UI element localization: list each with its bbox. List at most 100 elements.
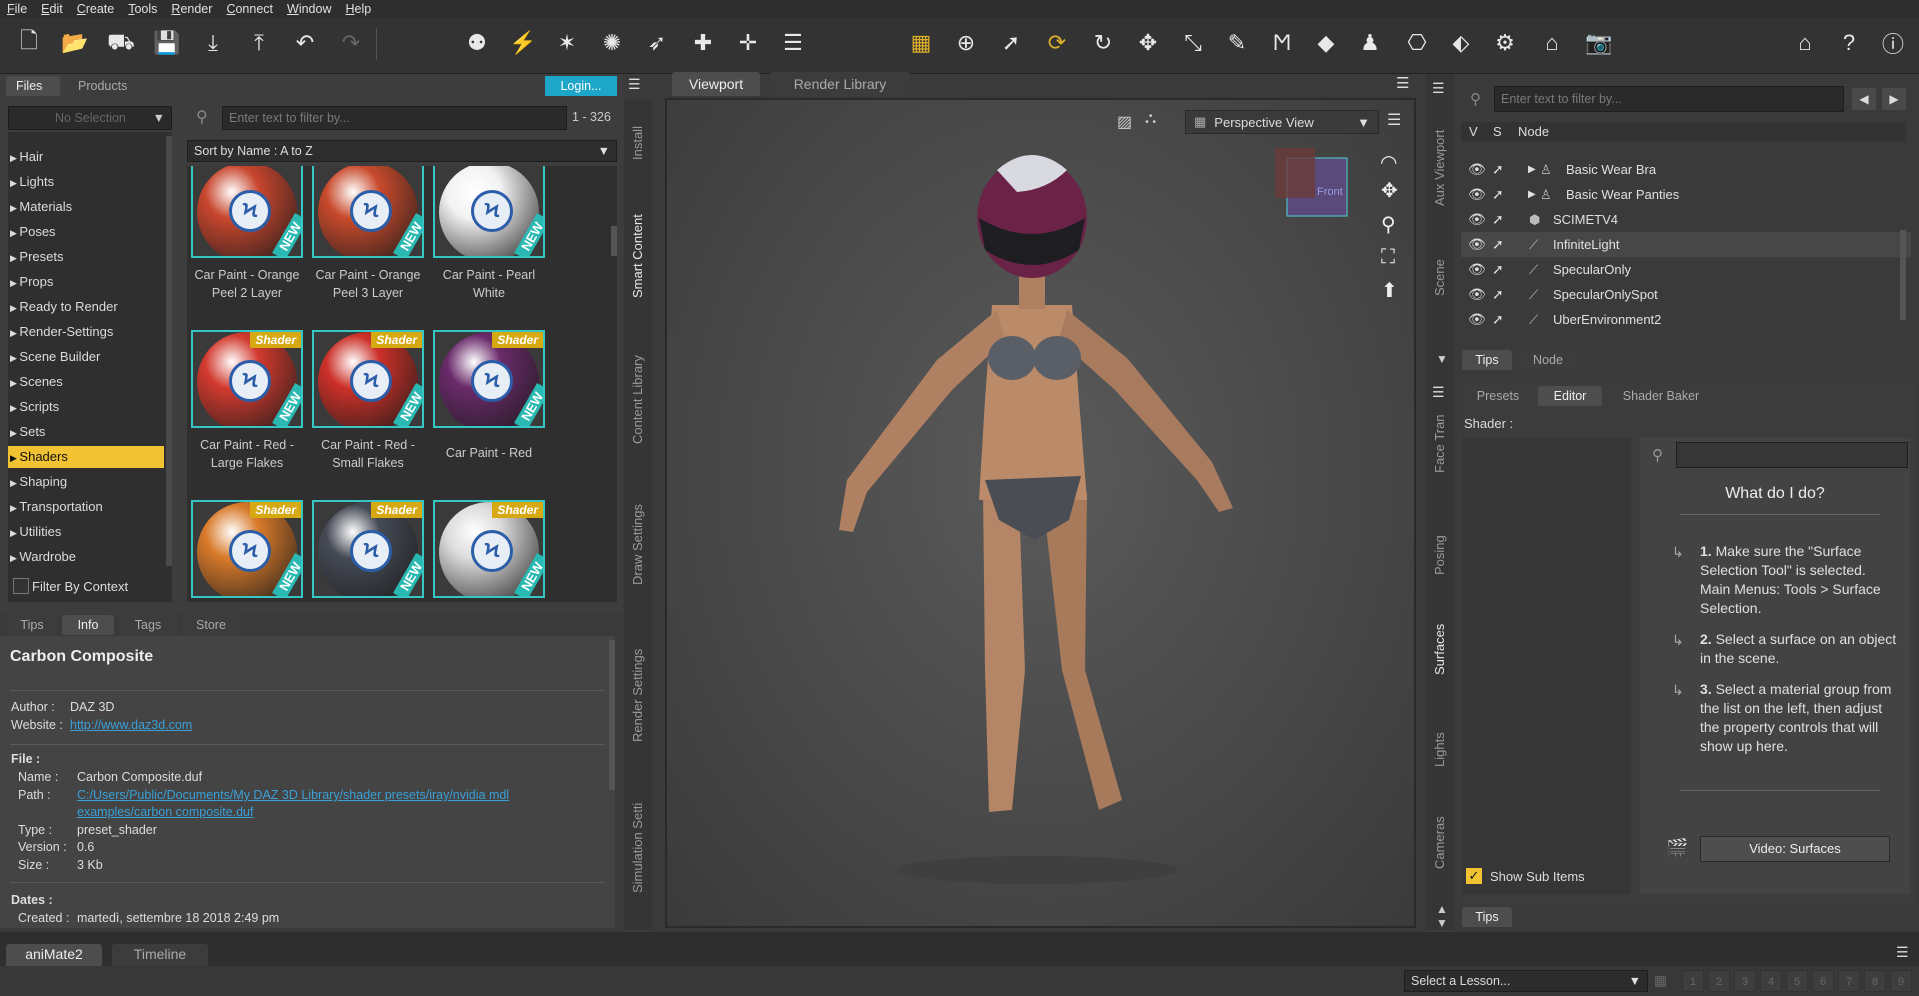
expand-arrow-icon[interactable]: ▶ — [1528, 182, 1536, 207]
eye-visibility-icon[interactable]: 👁 — [1468, 207, 1486, 232]
align-icon[interactable]: ☰ — [778, 28, 808, 58]
export-icon[interactable]: ⤒ — [244, 28, 274, 58]
render-icon[interactable]: ⌂ — [1537, 28, 1567, 58]
category-item[interactable]: ▶ Wardrobe — [8, 546, 164, 568]
scene-filter-input[interactable]: Enter text to filter by... — [1494, 86, 1844, 112]
camera-select-icon[interactable]: ⛬ — [1145, 110, 1156, 128]
category-item[interactable]: ▶ Scripts — [8, 396, 164, 418]
camera-icon[interactable]: 📷 — [1584, 28, 1614, 58]
property-filter-input[interactable] — [1676, 442, 1908, 468]
point-light-icon[interactable]: ✺ — [597, 28, 627, 58]
info-scrollbar[interactable] — [609, 640, 615, 790]
panel-menu-icon[interactable]: ☰ — [1432, 80, 1445, 97]
panel-menu-icon[interactable]: ☰ — [628, 76, 650, 92]
side-tab-scene[interactable]: Scene — [1432, 248, 1447, 308]
shader-thumbnail[interactable]: Ϟ Shader NEW — [312, 330, 424, 428]
select-pointer-icon[interactable]: ➚ — [1492, 182, 1504, 207]
shader-thumbnail[interactable]: Ϟ Shader NEW — [433, 500, 545, 598]
side-tab-content-library[interactable]: Content Library — [630, 340, 645, 460]
select-pointer-icon[interactable]: ➚ — [1492, 207, 1504, 232]
tab-timeline[interactable]: Timeline — [112, 944, 208, 966]
menu-create[interactable]: Create — [70, 2, 122, 16]
select-pointer-icon[interactable]: ➚ — [1492, 257, 1504, 282]
shader-thumbnail[interactable]: Ϟ NEW — [312, 166, 424, 258]
tab-shader-baker[interactable]: Shader Baker — [1606, 386, 1716, 406]
render-grid-icon[interactable]: ▦ — [906, 28, 936, 58]
category-item[interactable]: ▶ Hair — [8, 146, 164, 168]
tab-scene-node[interactable]: Node — [1518, 350, 1578, 370]
shader-thumbnail[interactable]: Ϟ Shader NEW — [312, 500, 424, 598]
col-select[interactable]: S — [1493, 124, 1502, 139]
lesson-step-button[interactable]: 2 — [1708, 970, 1730, 992]
side-tab-lights[interactable]: Lights — [1432, 720, 1447, 780]
tab-viewport[interactable]: Viewport — [672, 72, 760, 96]
category-scrollbar[interactable] — [166, 136, 172, 566]
lesson-step-button[interactable]: 4 — [1760, 970, 1782, 992]
lesson-step-button[interactable]: 6 — [1812, 970, 1834, 992]
undo-icon[interactable]: ↶ — [290, 28, 320, 58]
pointer-icon[interactable]: ➚ — [996, 28, 1026, 58]
selection-dropdown[interactable]: No Selection ▼ — [8, 106, 172, 130]
col-visible[interactable]: V — [1469, 124, 1478, 139]
select-pointer-icon[interactable]: ➚ — [1492, 282, 1504, 307]
material-list[interactable] — [1462, 438, 1630, 894]
side-tab-draw-settings[interactable]: Draw Settings — [630, 490, 645, 600]
geometry-editor-icon[interactable]: ⬖ — [1446, 28, 1476, 58]
camera-tool-icon[interactable]: ⎔ — [1402, 28, 1432, 58]
tab-tags[interactable]: Tags — [118, 615, 178, 635]
orbit-icon[interactable]: ◠ — [1380, 150, 1397, 175]
panel-menu-icon[interactable]: ☰ — [1432, 384, 1445, 401]
eye-visibility-icon[interactable]: 👁 — [1468, 232, 1486, 257]
menu-help[interactable]: Help — [338, 2, 378, 16]
tab-store[interactable]: Store — [182, 615, 240, 635]
eye-visibility-icon[interactable]: 👁 — [1468, 257, 1486, 282]
category-item[interactable]: ▶ Materials — [8, 196, 164, 218]
lesson-dropdown[interactable]: Select a Lesson... ▼ — [1404, 970, 1648, 992]
distant-light-icon[interactable]: ✶ — [552, 28, 582, 58]
translate-icon[interactable]: ✥ — [1133, 28, 1163, 58]
scale-icon[interactable]: ⤡ — [1178, 28, 1208, 58]
tab-scene-tips[interactable]: Tips — [1462, 350, 1512, 370]
lesson-step-button[interactable]: 1 — [1682, 970, 1704, 992]
category-item[interactable]: ▶ Props — [8, 271, 164, 293]
zoom-icon[interactable]: ⚲ — [1381, 212, 1396, 237]
tab-presets[interactable]: Presets — [1462, 386, 1534, 406]
menu-window[interactable]: Window — [280, 2, 338, 16]
scene-node-row[interactable]: 👁 ➚ ⟋ UberEnvironment2 — [1461, 307, 1911, 332]
tab-products[interactable]: Products — [68, 76, 144, 96]
save-icon[interactable]: 💾 — [152, 28, 182, 58]
expand-arrow-icon[interactable]: ▶ — [1528, 157, 1536, 182]
menu-connect[interactable]: Connect — [219, 2, 280, 16]
lesson-step-button[interactable]: 5 — [1786, 970, 1808, 992]
tab-render-library[interactable]: Render Library — [770, 72, 910, 96]
select-pointer-icon[interactable]: ➚ — [1492, 232, 1504, 257]
view-cube[interactable]: Front — [1275, 148, 1348, 217]
category-item[interactable]: ▶ Scenes — [8, 371, 164, 393]
side-tab-surfaces[interactable]: Surfaces — [1432, 614, 1447, 684]
universal-tool-icon[interactable]: ⊕ — [951, 28, 981, 58]
category-item[interactable]: ▶ Ready to Render — [8, 296, 164, 318]
side-tab-cameras[interactable]: Cameras — [1432, 808, 1447, 878]
figure-icon[interactable]: ♟ — [1355, 28, 1385, 58]
tab-files[interactable]: Files — [6, 76, 60, 96]
category-item[interactable]: ▶ Lights — [8, 171, 164, 193]
category-item[interactable]: ▶ Shaders — [8, 446, 164, 468]
primitive-icon[interactable]: ✚ — [688, 28, 718, 58]
render-settings-icon[interactable]: ⚙ — [1490, 28, 1520, 58]
side-tab-posing[interactable]: Posing — [1432, 520, 1447, 590]
create-light-icon[interactable]: ⚡ — [508, 28, 538, 58]
category-item[interactable]: ▶ Transportation — [8, 496, 164, 518]
frame-icon[interactable]: ⛶ — [1381, 246, 1395, 269]
whats-this-icon[interactable]: ? — [1834, 28, 1864, 58]
thumb-scrollbar[interactable] — [611, 226, 617, 256]
redo-icon[interactable]: ↷ — [336, 28, 366, 58]
eye-visibility-icon[interactable]: 👁 — [1468, 282, 1486, 307]
tab-info[interactable]: Info — [62, 615, 114, 635]
menu-edit[interactable]: Edit — [34, 2, 70, 16]
scene-node-row[interactable]: 👁 ➚ ⬢ SCIMETV4 — [1461, 207, 1911, 232]
lesson-step-button[interactable]: 8 — [1864, 970, 1886, 992]
scene-node-row[interactable]: 👁 ➚ ⟋ SpecularOnlySpot — [1461, 282, 1911, 307]
side-tab-simulation-settings[interactable]: Simulation Setti — [630, 790, 645, 905]
lesson-step-button[interactable]: 3 — [1734, 970, 1756, 992]
menu-file[interactable]: File — [0, 2, 34, 16]
